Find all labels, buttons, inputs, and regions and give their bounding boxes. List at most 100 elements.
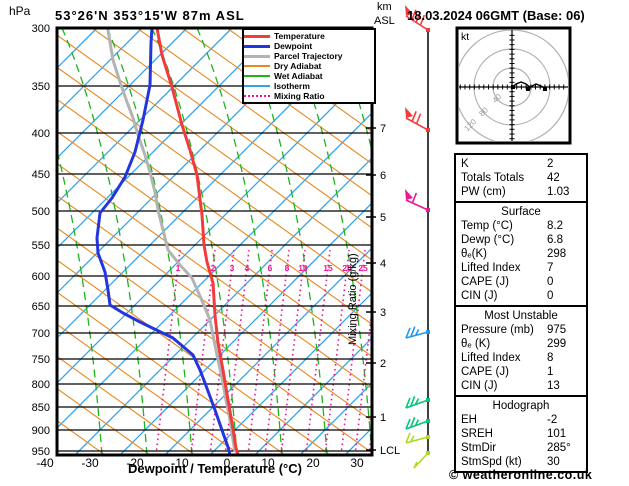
station-title: 53°26'N 353°15'W 87m ASL — [55, 8, 245, 23]
pressure-tick-label: 400 — [32, 128, 50, 140]
pressure-tick-label: 500 — [32, 206, 50, 218]
altitude-tick-label: 3 — [380, 307, 386, 319]
pressure-tick-label: 650 — [32, 301, 50, 313]
pressure-tick-label: 550 — [32, 240, 50, 252]
stat-box: K 2 Totals Totals 42 PW (cm) 1.03 — [454, 153, 588, 203]
altitude-unit-asl: ASL — [374, 15, 395, 27]
legend-label: Parcel Trajectory — [274, 51, 343, 61]
hodograph-unit-label: kt — [461, 31, 470, 43]
stat-row: CIN (J) 0 — [456, 289, 586, 303]
stat-label: CIN (J) — [461, 380, 498, 392]
stat-value: 975 — [547, 324, 567, 336]
stat-label: Lifted Index — [461, 262, 521, 274]
stat-label: Totals Totals — [461, 172, 525, 184]
stat-label: StmDir — [461, 442, 497, 454]
stat-box-title: Hodograph — [492, 400, 550, 412]
temperature-tick-label: -40 — [36, 456, 54, 470]
altitude-tick-label: 5 — [380, 212, 386, 224]
stat-label: θₑ(K) — [461, 248, 487, 260]
altitude-tick-label: 6 — [380, 170, 386, 182]
pressure-tick-label: 800 — [32, 379, 50, 391]
mixing-ratio-value: 10 — [298, 263, 308, 273]
stats-panel: K 2 Totals Totals 42 PW (cm) 1.03 Surface Temp … — [454, 153, 588, 473]
legend-label: Dewpoint — [274, 41, 313, 51]
altitude-tick-label: 2 — [380, 358, 386, 370]
legend-swatch — [244, 44, 270, 48]
stat-box: Hodograph EH -2 SREH 101 StmDir 285° StmSpd (kt… — [454, 395, 588, 473]
sounding-chart-page: 1 2 3 4 6 8 10 15 20 25 300 350 400 450 500 550 600 650 7… — [0, 0, 629, 486]
legend-item: Wet Adiabat — [244, 71, 374, 81]
pressure-tick-label: 900 — [32, 425, 50, 437]
pressure-tick-label: 450 — [32, 169, 50, 181]
stat-label: CIN (J) — [461, 290, 498, 302]
stat-label: CAPE (J) — [461, 366, 509, 378]
stat-row: Temp (°C) 8.2 — [456, 219, 586, 233]
hodograph-marker — [526, 87, 530, 91]
mixing-ratio-line — [224, 249, 250, 455]
legend-swatch — [244, 54, 270, 58]
mixing-ratio-value: 2 — [211, 263, 216, 273]
pressure-tick-labels: 3003504004505005506006507007508008509009… — [32, 23, 50, 458]
stat-row: SREH 101 — [456, 427, 586, 441]
copyright: © weatheronline.co.uk — [449, 468, 593, 482]
stat-label: θₑ (K) — [461, 338, 491, 350]
legend-label: Temperature — [274, 31, 325, 41]
stat-row: Totals Totals 42 — [456, 171, 586, 185]
stat-value: 7 — [547, 262, 554, 274]
legend-label: Wet Adiabat — [274, 71, 323, 81]
stat-value: 298 — [547, 248, 567, 260]
hodograph-marker — [543, 87, 547, 91]
pressure-tick-label: 700 — [32, 328, 50, 340]
stat-value: 30 — [547, 456, 560, 468]
stat-label: Temp (°C) — [461, 220, 513, 232]
altitude-tick-label: 7 — [380, 123, 386, 135]
hodograph-inner: 4080120 — [459, 30, 568, 141]
mixing-ratio-value: 15 — [323, 263, 333, 273]
wind-barb — [405, 326, 430, 339]
wind-barb — [413, 451, 430, 469]
stat-row: CAPE (J) 0 — [456, 275, 586, 289]
stat-box-title: Most Unstable — [484, 310, 558, 322]
dry-adiabat-line — [57, 452, 61, 455]
legend-swatch — [244, 34, 270, 38]
mixing-ratio-value: 8 — [285, 263, 290, 273]
wind-barb — [405, 395, 430, 409]
legend-item: Isotherm — [244, 81, 374, 91]
altitude-tick-label: LCL — [380, 445, 400, 457]
stat-value: -2 — [547, 414, 558, 426]
pressure-tick-label: 850 — [32, 402, 50, 414]
datetime-label: 18.03.2024 06GMT (Base: 06) — [407, 8, 585, 23]
x-axis-title: Dewpoint / Temperature (°C) — [128, 461, 302, 476]
dry-adiabat-line — [57, 162, 372, 390]
mixing-ratio-value: 3 — [230, 263, 235, 273]
stat-label: Dewp (°C) — [461, 234, 515, 246]
altitude-tick-label: 4 — [380, 258, 386, 270]
mixing-ratio-line — [305, 249, 331, 455]
legend-label: Mixing Ratio — [274, 91, 325, 101]
right-axis-title: Mixing Ratio (g/kg) — [347, 253, 359, 345]
stat-row: K2 — [456, 157, 586, 171]
stat-row: Lifted Index 7 — [456, 261, 586, 275]
legend-item: Dry Adiabat — [244, 61, 374, 71]
stat-value: 299 — [547, 338, 567, 350]
stat-row: PW (cm) 1.03 — [456, 185, 586, 199]
stat-value: 42 — [547, 172, 560, 184]
wet-adiabat-lines — [57, 28, 372, 455]
stat-row: Lifted Index 8 — [456, 351, 586, 365]
stat-row: θₑ(K) 298 — [456, 247, 586, 261]
mixing-ratio-value: 25 — [358, 263, 368, 273]
pressure-unit-label: hPa — [9, 4, 31, 18]
stat-row: θₑ (K) 299 — [456, 337, 586, 351]
dry-adiabat-line — [57, 420, 106, 455]
stat-box-title: Surface — [501, 206, 541, 218]
mixing-ratio-value-labels: 1 2 3 4 6 8 10 15 20 25 — [176, 263, 368, 273]
isotherm-line — [0, 28, 7, 455]
stat-value: 1 — [547, 366, 554, 378]
stat-row: CAPE (J) 1 — [456, 365, 586, 379]
stat-label: Lifted Index — [461, 352, 521, 364]
dewpoint-curve — [95, 28, 232, 455]
stat-label: SREH — [461, 428, 493, 440]
mixing-ratio-value: 6 — [268, 263, 273, 273]
stat-row: Dewp (°C) 6.8 — [456, 233, 586, 247]
stat-value: 8.2 — [547, 220, 563, 232]
